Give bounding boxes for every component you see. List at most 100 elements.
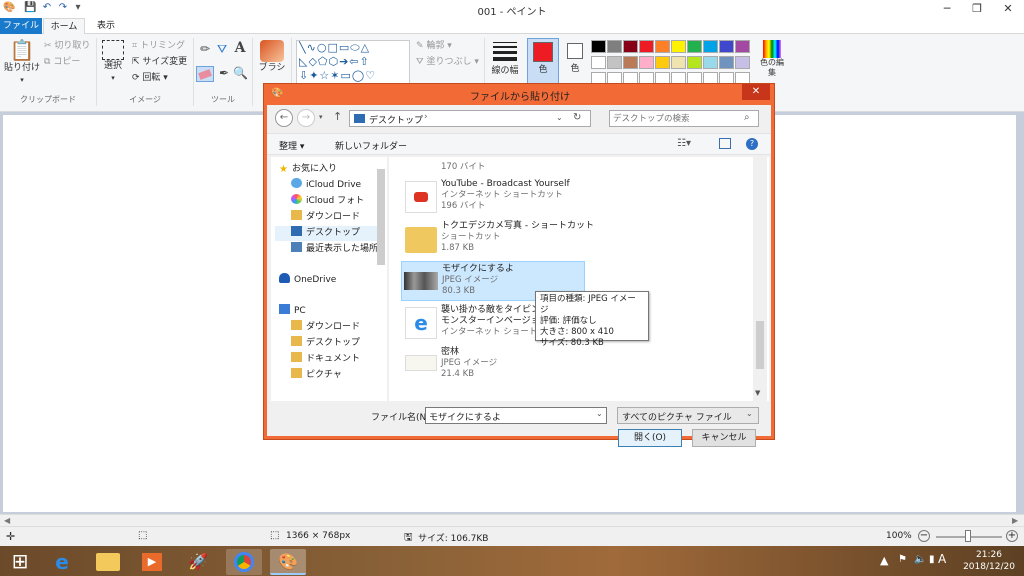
cancel-button[interactable]: キャンセル: [692, 429, 756, 447]
chrome-icon[interactable]: [226, 549, 262, 575]
palette-swatch[interactable]: [655, 40, 670, 53]
minimize-button[interactable]: ─: [932, 0, 962, 18]
dialog-close-button[interactable]: ✕: [742, 84, 770, 100]
file-item-youtube[interactable]: YouTube - Broadcast Yourself インターネット ショー…: [401, 177, 585, 217]
file-item-partial[interactable]: 170 バイト: [401, 157, 585, 179]
app-pinned-icon[interactable]: 🚀: [180, 549, 216, 575]
pencil-icon[interactable]: ✏: [198, 42, 212, 56]
tree-documents[interactable]: ドキュメント: [291, 352, 360, 367]
crop-button[interactable]: ⌗ トリミング: [132, 40, 185, 52]
file-explorer-icon[interactable]: [90, 549, 126, 575]
tree-downloads[interactable]: ダウンロード: [291, 210, 360, 225]
recent-locations-icon[interactable]: ▾: [319, 113, 323, 121]
rotate-button[interactable]: ⟳ 回転 ▾: [132, 72, 168, 84]
palette-swatch[interactable]: [607, 40, 622, 53]
tree-recent-places[interactable]: 最近表示した場所: [291, 242, 378, 257]
tree-scrollbar[interactable]: [377, 169, 385, 265]
palette-swatch[interactable]: [735, 40, 750, 53]
file-list-scrollbar-thumb[interactable]: [756, 321, 764, 369]
tree-pictures[interactable]: ピクチャ: [291, 368, 342, 383]
up-button[interactable]: ↑: [333, 110, 342, 123]
zoom-out-button[interactable]: −: [918, 530, 930, 542]
shapes-gallery[interactable]: ╲∿○□▭⬭△ ◺◇⬠⬡➔⇦⇧ ⇩✦☆✶▭◯♡: [296, 40, 410, 84]
palette-swatch[interactable]: [735, 56, 750, 69]
internet-explorer-icon[interactable]: e: [44, 549, 80, 575]
view-options-icon[interactable]: ☷▾: [677, 138, 691, 149]
breadcrumb-desktop[interactable]: デスクトップ: [369, 113, 423, 126]
tree-pc[interactable]: PC: [279, 304, 306, 319]
text-tool-icon[interactable]: A: [233, 40, 247, 56]
close-button[interactable]: ✕: [992, 0, 1024, 18]
palette-swatch[interactable]: [719, 56, 734, 69]
clock[interactable]: 21:26 2018/12/20: [958, 549, 1020, 573]
help-icon[interactable]: ?: [746, 138, 758, 150]
cut-button[interactable]: ✂ 切り取り: [44, 40, 90, 52]
file-item-jungle[interactable]: 密林 JPEG イメージ 21.4 KB: [401, 345, 585, 385]
filename-dropdown-icon[interactable]: ⌄: [596, 409, 603, 418]
filter-dropdown-icon[interactable]: ⌄: [746, 409, 753, 418]
tree-pc-desktop[interactable]: デスクトップ: [291, 336, 360, 351]
organize-menu[interactable]: 整理 ▾: [279, 139, 304, 152]
forward-button[interactable]: →: [297, 109, 315, 127]
palette-swatch[interactable]: [703, 56, 718, 69]
preview-pane-icon[interactable]: [719, 138, 731, 149]
search-input[interactable]: [613, 112, 737, 125]
color-picker-icon[interactable]: ✒: [217, 66, 231, 80]
tab-home[interactable]: ホーム: [43, 18, 85, 34]
address-bar[interactable]: デスクトップ › ⌄ ↻: [349, 110, 591, 127]
paint-taskbar-icon[interactable]: 🎨: [270, 549, 306, 575]
show-hidden-icons[interactable]: ▲: [880, 554, 888, 567]
tree-pc-downloads[interactable]: ダウンロード: [291, 320, 360, 335]
new-folder-button[interactable]: 新しいフォルダー: [335, 139, 407, 152]
palette-swatch[interactable]: [591, 56, 606, 69]
palette-swatch[interactable]: [671, 40, 686, 53]
windows-start-icon[interactable]: ⊞: [2, 547, 38, 575]
back-button[interactable]: ←: [275, 109, 293, 127]
fill-bucket-icon[interactable]: ⛛: [215, 42, 229, 57]
resize-button[interactable]: ⇱ サイズ変更: [132, 56, 187, 68]
filename-input[interactable]: モザイクにするよ ⌄: [425, 407, 607, 424]
open-button[interactable]: 開く(O): [618, 429, 682, 447]
palette-swatch[interactable]: [655, 56, 670, 69]
magnifier-icon[interactable]: 🔍: [233, 66, 248, 80]
tree-favorites[interactable]: ★ お気に入り: [279, 162, 337, 177]
palette-swatch[interactable]: [607, 56, 622, 69]
palette-swatch[interactable]: [639, 40, 654, 53]
breadcrumb-chevron-icon[interactable]: ›: [424, 112, 428, 122]
file-item-camera-shortcut[interactable]: トクエデジカメ写真 - ショートカット ショートカット 1.87 KB: [401, 219, 594, 259]
horizontal-scrollbar[interactable]: ◀ ▶: [0, 514, 1024, 526]
tree-icloud-photos[interactable]: iCloud フォト: [291, 194, 364, 209]
zoom-slider-thumb[interactable]: [965, 530, 971, 542]
search-box[interactable]: ⌕: [609, 110, 759, 127]
select-button[interactable]: 選択 ▾: [100, 40, 126, 90]
scroll-right-icon[interactable]: ▶: [1012, 516, 1018, 525]
zoom-in-button[interactable]: +: [1006, 530, 1018, 542]
tree-desktop[interactable]: デスクトップ: [275, 226, 383, 241]
scroll-left-icon[interactable]: ◀: [4, 516, 10, 525]
palette-swatch[interactable]: [639, 56, 654, 69]
tree-onedrive[interactable]: OneDrive: [279, 273, 336, 288]
network-icon[interactable]: ▮: [929, 554, 935, 565]
scroll-down-icon[interactable]: ▼: [755, 389, 760, 397]
palette-swatch[interactable]: [591, 40, 606, 53]
refresh-icon[interactable]: ↻: [573, 112, 581, 123]
flag-icon[interactable]: ⚑: [898, 554, 907, 565]
file-type-filter[interactable]: すべてのピクチャ ファイル ⌄: [617, 407, 759, 424]
copy-button[interactable]: ⧉ コピー: [44, 56, 80, 68]
palette-swatch[interactable]: [687, 40, 702, 53]
palette-swatch[interactable]: [671, 56, 686, 69]
palette-swatch[interactable]: [623, 40, 638, 53]
paste-button[interactable]: 📋 貼り付け ▾: [4, 38, 40, 90]
tab-view[interactable]: 表示: [86, 18, 126, 34]
speaker-icon[interactable]: 🔈: [914, 554, 926, 565]
ime-indicator[interactable]: A: [938, 552, 946, 566]
media-player-icon[interactable]: ▶: [134, 549, 170, 575]
palette-swatch[interactable]: [703, 40, 718, 53]
fill-button[interactable]: ⛛ 塗りつぶし ▾: [416, 56, 479, 68]
tab-file[interactable]: ファイル: [0, 18, 42, 34]
outline-button[interactable]: ✎ 輪郭 ▾: [416, 40, 452, 52]
palette-swatch[interactable]: [719, 40, 734, 53]
palette-swatch[interactable]: [623, 56, 638, 69]
palette-swatch[interactable]: [687, 56, 702, 69]
address-dropdown-icon[interactable]: ⌄: [556, 113, 563, 122]
